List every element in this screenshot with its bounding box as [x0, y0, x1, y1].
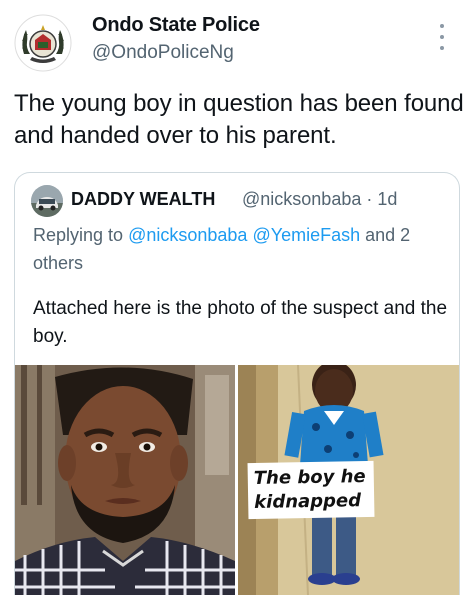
quoted-timestamp[interactable]: 1d [377, 189, 397, 209]
quoted-author-handle[interactable]: @nicksonbaba [242, 189, 361, 209]
author-handle[interactable]: @OndoPoliceNg [92, 42, 234, 64]
replying-to-line: Replying to @nicksonbaba @YemieFash and … [33, 221, 453, 277]
image-caption: The boy he kidnapped [247, 460, 375, 520]
boy-photo[interactable]: The boy he kidnapped [238, 365, 459, 595]
quoted-author-meta: @nicksonbaba · 1d [242, 189, 397, 210]
suspect-photo[interactable] [15, 365, 235, 595]
tweet-text: The young boy in question has been found… [14, 90, 464, 149]
more-dot [440, 24, 444, 28]
replying-handle-link[interactable]: @nicksonbaba [128, 225, 247, 245]
replying-prefix: Replying to [33, 225, 124, 245]
quoted-tweet-card[interactable]: DADDY WEALTH @nicksonbaba · 1d Replying … [14, 172, 460, 595]
quoted-tweet-text: Attached here is the photo of the suspec… [33, 298, 448, 347]
police-badge-avatar[interactable] [14, 14, 72, 72]
author-name[interactable]: Ondo State Police [92, 14, 260, 37]
separator-dot: · [366, 189, 373, 209]
replying-handle-link[interactable]: @YemieFash [252, 225, 360, 245]
quoted-author-avatar[interactable] [31, 185, 63, 217]
more-vertical-icon[interactable] [436, 24, 448, 50]
more-dot [440, 35, 444, 39]
more-dot [440, 46, 444, 50]
tweet-header: Ondo State Police @OndoPoliceNg [0, 0, 472, 80]
quoted-author-name[interactable]: DADDY WEALTH [71, 189, 215, 210]
